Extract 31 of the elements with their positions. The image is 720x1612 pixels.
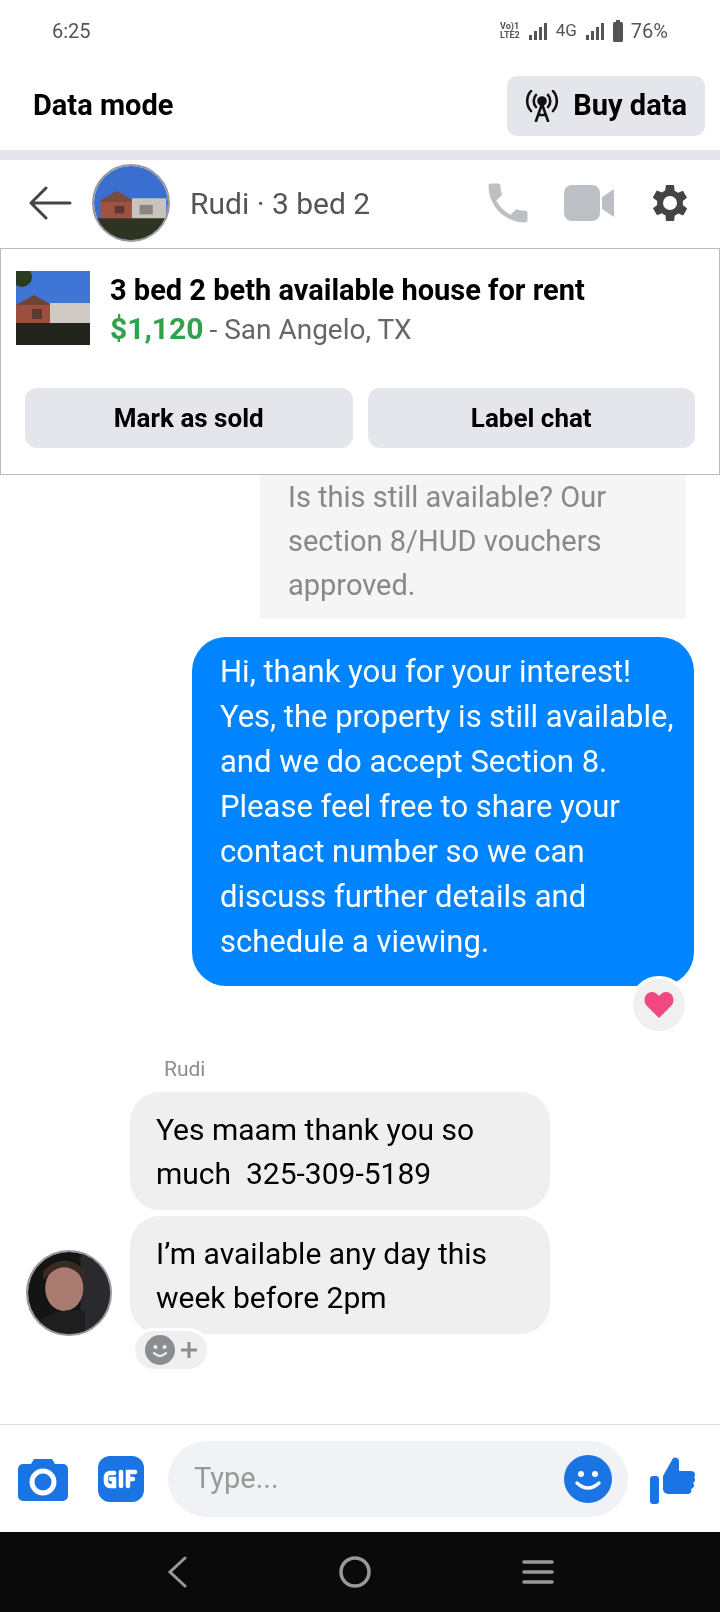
- message-input[interactable]: Type...: [168, 1440, 628, 1517]
- menu-nav-icon[interactable]: [521, 1558, 556, 1586]
- signal-icon: [527, 22, 548, 40]
- listing-action-button[interactable]: Mark as sold: [25, 388, 353, 448]
- listing-action-button[interactable]: Label chat: [367, 388, 695, 448]
- listing-price: $1,120: [110, 310, 204, 348]
- message-input-text[interactable]: Type...: [194, 1456, 564, 1501]
- battery-percent: 76%: [630, 18, 668, 45]
- network-type: 4G: [555, 19, 577, 43]
- message-bubble: I’m available any day this week before 2pm: [130, 1215, 550, 1334]
- buy-data-button[interactable]: Buy data: [507, 76, 705, 136]
- volte-indicator: Vo)1 LTE2: [500, 22, 520, 40]
- listing-title[interactable]: 3 bed 2 beth available house for rent: [110, 271, 585, 309]
- battery-icon: [612, 20, 623, 42]
- status-time: 6:25: [52, 18, 91, 45]
- data-mode-title: Data mode: [33, 87, 174, 125]
- message-bubble: Yes maam thank you so much 325-309-5189: [130, 1091, 550, 1210]
- sender-name: Rudi: [164, 1056, 207, 1083]
- smiley-icon: [145, 1334, 175, 1365]
- message-bubble: Hi, thank you for your interest! Yes, the property is still available, and we do accept Section 8. Please feel free to share your contact number so we can discuss further details and schedule a viewing.: [192, 637, 694, 986]
- listing-location: - San Angelo, TX: [209, 312, 412, 348]
- plus-icon: [181, 1341, 197, 1358]
- chat-title[interactable]: Rudi · 3 bed 2: [190, 180, 371, 226]
- home-nav-icon[interactable]: [338, 1555, 372, 1589]
- message-bubble: Is this still available? Our section 8/HUD vouchers approved.: [260, 475, 686, 619]
- emoji-icon[interactable]: [564, 1454, 612, 1503]
- antenna-icon: [525, 90, 560, 122]
- camera-icon[interactable]: [18, 1456, 68, 1501]
- gif-icon[interactable]: [98, 1455, 144, 1502]
- signal-icon: [584, 22, 605, 40]
- back-arrow-icon[interactable]: [28, 186, 72, 220]
